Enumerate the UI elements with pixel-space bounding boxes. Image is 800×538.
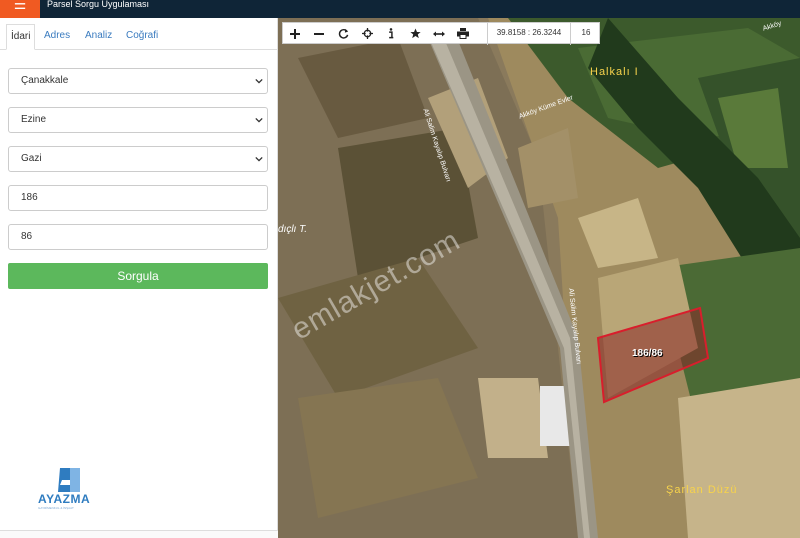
locate-button[interactable] <box>355 23 379 45</box>
refresh-button[interactable] <box>331 23 355 45</box>
print-button[interactable] <box>451 23 475 45</box>
info-icon <box>389 28 394 39</box>
chevron-down-icon <box>255 78 263 84</box>
province-value: Çanakkale <box>21 75 69 86</box>
plus-icon <box>290 29 300 39</box>
star-icon <box>409 28 421 39</box>
coordinate-readout: 39.8158 : 26.3244 <box>487 23 571 45</box>
print-icon <box>457 28 469 39</box>
parcel-value: 86 <box>21 231 33 242</box>
neighborhood-select[interactable]: Gazi <box>8 146 268 172</box>
minus-icon <box>314 33 324 35</box>
info-button[interactable] <box>379 23 403 45</box>
map-toolbar: 39.8158 : 26.3244 16 <box>282 22 600 45</box>
tab-idari[interactable]: İdari <box>6 24 36 50</box>
province-select[interactable]: Çanakkale <box>8 68 268 94</box>
label-sarlan-duzu: Şarlan Düzü <box>666 484 738 496</box>
parcel-label[interactable]: 186/86 <box>632 348 663 359</box>
logo-tagline: GAYRİMENKUL & İNŞAAT <box>38 506 74 510</box>
top-bar: ☰ Parsel Sorgu Uygulaması <box>0 0 800 18</box>
district-value: Ezine <box>21 114 47 125</box>
zoom-in-button[interactable] <box>283 23 307 45</box>
block-input[interactable]: 186 <box>8 185 268 211</box>
zoom-level: 16 <box>581 28 591 37</box>
tab-adres[interactable]: Adres <box>44 24 70 50</box>
crosshair-icon <box>361 28 373 39</box>
app-title: Parsel Sorgu Uygulaması <box>47 0 150 9</box>
chevron-down-icon <box>255 156 263 162</box>
tab-analiz[interactable]: Analiz <box>85 24 112 50</box>
zoom-out-button[interactable] <box>307 23 331 45</box>
neighborhood-value: Gazi <box>21 153 42 164</box>
district-select[interactable]: Ezine <box>8 107 268 133</box>
satellite-map[interactable]: Halkalı I Akköy Küme Evler Akköy Ali Sal… <box>278 18 800 538</box>
favorite-button[interactable] <box>403 23 427 45</box>
tab-cografi[interactable]: Coğrafi <box>126 24 158 50</box>
parcel-input[interactable]: 86 <box>8 224 268 250</box>
menu-icon: ☰ <box>13 0 27 12</box>
measure-icon <box>433 31 445 37</box>
query-button[interactable]: Sorgula <box>8 263 268 289</box>
refresh-icon <box>338 28 348 39</box>
menu-button[interactable]: ☰ <box>0 0 40 18</box>
tab-bar: İdari Adres Analiz Coğrafi <box>0 18 278 50</box>
sidebar: İdari Adres Analiz Coğrafi Çanakkale Ezi… <box>0 18 278 538</box>
block-value: 186 <box>21 192 38 203</box>
chevron-down-icon <box>255 117 263 123</box>
measure-button[interactable] <box>427 23 451 45</box>
label-halkali: Halkalı I <box>590 66 639 78</box>
logo-name: AYAZMA <box>38 492 91 506</box>
sidebar-footer <box>0 530 278 538</box>
label-west: dıçlı T. <box>278 224 308 235</box>
